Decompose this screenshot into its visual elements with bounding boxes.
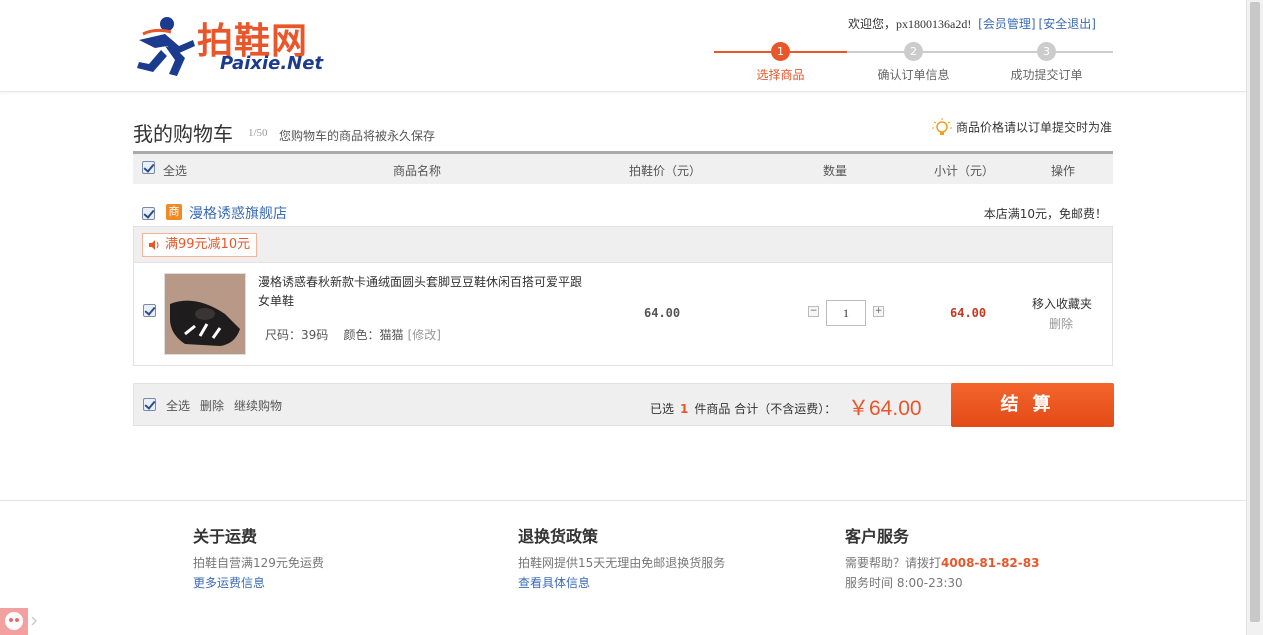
feedback-widget[interactable]	[0, 608, 40, 635]
selected-count: 1	[680, 402, 689, 416]
cart-note: 您购物车的商品将被永久保存	[279, 129, 436, 143]
shop-badge: 商	[166, 204, 182, 220]
return-details-link[interactable]: 查看具体信息	[518, 576, 590, 590]
shop-name-link[interactable]: 漫格诱惑旗舰店	[189, 203, 287, 223]
footer-service-text: 需要帮助？请拨打4008-81-82-83	[845, 553, 1039, 573]
selected-suffix: 件商品 合计（不含运费）：	[694, 402, 837, 416]
step-confirm-order: 2 确认订单信息	[847, 42, 980, 82]
chat-bubble-icon	[0, 608, 38, 635]
continue-shopping-link[interactable]: 继续购物	[234, 399, 282, 413]
footer-customer-service: 客户服务 需要帮助？请拨打4008-81-82-83 服务时间 8:00-23:…	[845, 523, 1039, 593]
col-price: 拍鞋价（元）	[629, 164, 702, 178]
logo-text-en: Paixie.Net	[220, 53, 324, 74]
cart-title: 我的购物车	[133, 122, 233, 146]
qty-value: 1	[843, 306, 849, 320]
step-label: 成功提交订单	[1010, 68, 1083, 82]
speaker-icon	[149, 240, 159, 250]
order-total: ￥64.00	[848, 397, 922, 420]
product-title-link[interactable]: 漫格诱惑春秋新款卡通绒面圆头套脚豆豆鞋休闲百搭可爱平跟女单鞋	[258, 273, 588, 311]
cart-item-row: 漫格诱惑春秋新款卡通绒面圆头套脚豆豆鞋休闲百搭可爱平跟女单鞋 尺码：39码 颜色…	[133, 263, 1113, 366]
footer-return-text: 拍鞋网提供15天无理由免邮退换货服务	[518, 556, 726, 570]
product-size: 尺码：39码	[265, 328, 329, 342]
cart-footer-bar: 全选 删除 继续购物 已选 1 件商品 合计（不含运费）： ￥64.00 结算	[133, 383, 1114, 427]
checkout-steps: 1 选择商品 2 确认订单信息 3 成功提交订单	[714, 42, 1113, 82]
price-tip: 商品价格请以订单提交时为准	[932, 118, 1112, 138]
step-number: 1	[771, 42, 790, 61]
price-tip-text: 商品价格请以订单提交时为准	[956, 120, 1113, 135]
service-hours: 服务时间 8:00-23:30	[845, 576, 963, 590]
welcome-text: 欢迎您，	[848, 17, 897, 31]
item-checkbox[interactable]	[143, 304, 156, 317]
delete-item-link[interactable]: 删除	[1049, 315, 1073, 332]
move-to-favorites-link[interactable]: 移入收藏夹	[1032, 295, 1092, 312]
product-price: 64.00	[644, 306, 681, 320]
selection-summary: 已选 1 件商品 合计（不含运费）：	[650, 400, 836, 417]
header: 拍鞋网 Paixie.Net 欢迎您，px1800136a2d! [会员管理] […	[0, 0, 1246, 92]
cart-table-header: 全选 商品名称 拍鞋价（元） 数量 小计（元） 操作	[133, 151, 1113, 184]
col-operations: 操作	[1051, 164, 1076, 178]
username: px1800136a2d!	[896, 17, 972, 31]
step-submit-order: 3 成功提交订单	[980, 42, 1113, 82]
qty-decrease-button[interactable]: −	[808, 306, 819, 317]
footer-service-title: 客户服务	[845, 527, 910, 546]
vertical-scrollbar[interactable]	[1246, 0, 1263, 635]
product-attributes: 尺码：39码 颜色：猫猫 [修改]	[265, 326, 441, 343]
footer-delete-link[interactable]: 删除	[200, 399, 224, 413]
footer-shipping-info: 关于运费 拍鞋自营满129元免运费 更多运费信息	[193, 523, 324, 593]
col-select-all: 全选	[163, 164, 188, 178]
footer-return-title: 退换货政策	[518, 527, 599, 546]
footer-select-all[interactable]: 全选	[166, 399, 190, 413]
qty-increase-button[interactable]: +	[873, 306, 884, 317]
site-footer: 关于运费 拍鞋自营满129元免运费 更多运费信息 退换货政策 拍鞋网提供15天无…	[0, 500, 1246, 635]
promo-text: 满99元减10元	[165, 237, 251, 252]
footer-shipping-title: 关于运费	[193, 527, 258, 546]
service-phone: 4008-81-82-83	[941, 556, 1040, 570]
selected-prefix: 已选	[650, 402, 675, 416]
footer-bar-links: 全选 删除 继续购物	[166, 397, 292, 414]
step-select-goods: 1 选择商品	[714, 42, 847, 82]
shop-checkbox[interactable]	[142, 207, 155, 220]
scrollbar-thumb[interactable]	[1250, 2, 1260, 622]
site-logo[interactable]: 拍鞋网 Paixie.Net	[135, 10, 340, 78]
footer-shipping-text: 拍鞋自营满129元免运费	[193, 556, 324, 570]
page: 拍鞋网 Paixie.Net 欢迎您，px1800136a2d! [会员管理] […	[0, 0, 1263, 635]
step-number: 3	[1037, 42, 1056, 61]
promo-tag[interactable]: 满99元减10元	[142, 233, 258, 257]
lightbulb-icon	[932, 118, 952, 135]
modify-link[interactable]: [修改]	[408, 328, 441, 342]
running-man-logo-icon	[137, 17, 195, 76]
shop-row: 商 漫格诱惑旗舰店 本店满10元，免邮费！	[133, 200, 1113, 226]
step-label: 选择商品	[756, 68, 805, 82]
service-help-text: 需要帮助？请拨打	[845, 556, 942, 570]
qty-input[interactable]: 1	[826, 300, 866, 326]
col-product-name: 商品名称	[393, 164, 442, 178]
select-all-checkbox[interactable]	[142, 161, 155, 174]
product-image[interactable]	[164, 273, 246, 355]
member-management-link[interactable]: [会员管理]	[978, 17, 1035, 31]
step-label: 确认订单信息	[877, 68, 950, 82]
col-quantity: 数量	[823, 164, 848, 178]
checkout-button[interactable]: 结算	[951, 383, 1114, 427]
item-subtotal: 64.00	[950, 306, 987, 320]
promo-bar: 满99元减10元	[133, 226, 1113, 263]
logout-link[interactable]: [安全退出]	[1039, 17, 1096, 31]
user-bar: 欢迎您，px1800136a2d! [会员管理] [安全退出]	[848, 15, 1096, 32]
shop-shipping-note: 本店满10元，免邮费！	[983, 207, 1107, 221]
more-shipping-info-link[interactable]: 更多运费信息	[193, 576, 265, 590]
cart-count: 1/50	[248, 127, 268, 139]
product-color: 颜色：猫猫	[343, 328, 404, 342]
footer-select-all-checkbox[interactable]	[143, 398, 156, 411]
footer-return-policy: 退换货政策 拍鞋网提供15天无理由免邮退换货服务 查看具体信息	[518, 523, 725, 593]
shoe-image	[165, 274, 245, 354]
col-subtotal: 小计（元）	[934, 164, 995, 178]
step-number: 2	[904, 42, 923, 61]
